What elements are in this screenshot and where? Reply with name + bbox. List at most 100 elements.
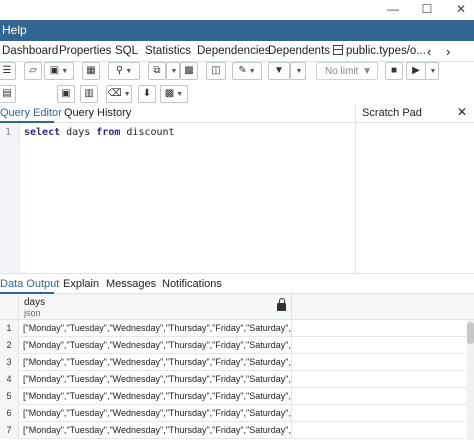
open-file-button[interactable]: ▱ [24, 62, 42, 80]
copy-icon: ⧉ [153, 65, 161, 76]
trash-icon: ◫ [211, 65, 221, 76]
tab-properties[interactable]: Properties [59, 45, 111, 57]
close-icon[interactable]: ✕ [454, 2, 468, 16]
tab-dependents[interactable]: Dependents [268, 45, 330, 57]
play-icon: ▶ [412, 65, 420, 76]
tab-dependencies[interactable]: Dependencies [197, 45, 271, 57]
menubar: Help [0, 20, 474, 41]
result-tabs: Data Output Explain Messages Notificatio… [0, 274, 474, 294]
connection-button[interactable]: ☰ [0, 62, 16, 80]
download-icon: ⬇ [142, 88, 152, 99]
download-button[interactable]: ⬇ [138, 85, 156, 103]
tab-statistics[interactable]: Statistics [145, 45, 191, 57]
commit-button[interactable]: ▣ [57, 85, 75, 103]
row-number-header [0, 294, 19, 320]
tab-query-editor[interactable]: Query Editor [0, 107, 62, 119]
object-tabs: Dashboard Properties SQL Statistics Depe… [0, 41, 474, 62]
tab-query-history[interactable]: Query History [64, 107, 131, 119]
row-number: 4 [0, 371, 19, 388]
sql-editor[interactable]: 1 select days from discount [0, 123, 355, 273]
macros-button[interactable]: ▩ ▼ [160, 85, 188, 103]
close-icon[interactable]: ✕ [457, 105, 467, 119]
row-limit-select[interactable]: No limit ▼ [316, 62, 378, 80]
table-row[interactable]: 5 ["Monday","Tuesday","Wednesday","Thurs… [0, 388, 466, 405]
menu-help[interactable]: Help [2, 23, 27, 37]
line-gutter: 1 [0, 123, 20, 273]
table-row[interactable]: 6 ["Monday","Tuesday","Wednesday","Thurs… [0, 405, 466, 422]
filter-options-button[interactable]: ▼ [290, 62, 306, 80]
stop-icon: ■ [390, 65, 398, 76]
chevron-down-icon: ▼ [123, 90, 131, 98]
vertical-scrollbar[interactable] [467, 320, 474, 440]
filter-icon: ▼ [274, 65, 284, 76]
scratch-pad-header: Scratch Pad ✕ [355, 104, 474, 123]
table-row[interactable]: 7 ["Monday","Tuesday","Wednesday","Thurs… [0, 422, 466, 439]
copy-button[interactable]: ⧉ [148, 62, 166, 80]
tab-messages[interactable]: Messages [106, 278, 156, 290]
row-number: 3 [0, 354, 19, 371]
tab-explain[interactable]: Explain [63, 278, 99, 290]
save-icon: ▣ [49, 65, 60, 76]
row-number: 5 [0, 388, 19, 405]
chevron-down-icon: ▼ [125, 67, 133, 75]
query-toolbar-primary: ☰ ▱ ▣ ▼ ▦ ⚲ ▼ ⧉ ▼ ▩ ◫ ✎ ▼ ▼ ▼ No limit ▼ ■ ▶… [0, 62, 474, 84]
paste-button[interactable]: ▩ [180, 62, 198, 80]
sql-keyword: select [24, 127, 61, 138]
clear-button[interactable]: ⌫ ▼ [106, 85, 132, 103]
lock-icon [277, 298, 286, 311]
delete-button[interactable]: ◫ [206, 62, 226, 80]
save-data-button[interactable]: ▦ [82, 62, 100, 80]
table-cell[interactable]: ["Monday","Tuesday","Wednesday","Thursda… [19, 320, 292, 337]
explain-icon: ▤ [2, 88, 12, 99]
commit-icon: ▣ [61, 88, 71, 99]
minimize-icon[interactable]: — [386, 2, 400, 16]
scratch-pad-title: Scratch Pad [362, 107, 422, 119]
scrollbar-thumb[interactable] [467, 322, 474, 344]
rollback-button[interactable]: ▥ [80, 85, 98, 103]
tab-notifications[interactable]: Notifications [162, 278, 222, 290]
filter-button[interactable]: ▼ [268, 62, 290, 80]
edit-button[interactable]: ✎ ▼ [232, 62, 262, 80]
tab-scroll-left-icon[interactable]: ‹ [427, 44, 431, 59]
copy-options-button[interactable]: ▼ [166, 62, 180, 80]
table-row[interactable]: 3 ["Monday","Tuesday","Wednesday","Thurs… [0, 354, 466, 371]
explain-button[interactable]: ▤ [0, 85, 16, 103]
table-cell[interactable]: ["Monday","Tuesday","Wednesday","Thursda… [19, 354, 292, 371]
execute-options-button[interactable]: ▼ [425, 62, 439, 80]
chevron-down-icon: ▼ [170, 67, 178, 75]
table-row[interactable]: 1 ["Monday","Tuesday","Wednesday","Thurs… [0, 320, 466, 337]
chevron-down-icon: ▼ [362, 65, 372, 77]
tab-query-tool[interactable]: public.types/o... [333, 45, 426, 57]
chevron-down-icon: ▼ [176, 90, 184, 98]
tab-sql[interactable]: SQL [115, 45, 138, 57]
find-button[interactable]: ⚲ ▼ [108, 62, 140, 80]
tab-data-output[interactable]: Data Output [0, 278, 59, 290]
tab-dashboard[interactable]: Dashboard [2, 45, 58, 57]
table-row[interactable]: 2 ["Monday","Tuesday","Wednesday","Thurs… [0, 337, 466, 354]
table-cell[interactable]: ["Monday","Tuesday","Wednesday","Thursda… [19, 405, 292, 422]
query-toolbar-secondary: ▤ ▣ ▥ ⌫ ▼ ⬇ ▩ ▼ [0, 84, 474, 104]
scratch-pad-area[interactable] [355, 123, 474, 273]
table-cell[interactable]: ["Monday","Tuesday","Wednesday","Thursda… [19, 388, 292, 405]
maximize-icon[interactable]: ☐ [420, 2, 434, 16]
table-cell[interactable]: ["Monday","Tuesday","Wednesday","Thursda… [19, 422, 292, 439]
save-file-button[interactable]: ▣ ▼ [44, 62, 74, 80]
stop-button[interactable]: ■ [385, 62, 403, 80]
rollback-icon: ▥ [84, 88, 94, 99]
tab-scroll-right-icon[interactable]: › [446, 44, 450, 59]
save-data-icon: ▦ [86, 65, 96, 76]
table-cell[interactable]: ["Monday","Tuesday","Wednesday","Thursda… [19, 371, 292, 388]
column-header-days[interactable]: days json [19, 294, 292, 320]
execute-button[interactable]: ▶ [406, 62, 426, 80]
sql-code-line[interactable]: select days from discount [24, 127, 175, 138]
column-type: json [24, 308, 41, 318]
data-grid: days json 1 ["Monday","Tuesday","Wednesd… [0, 294, 474, 440]
table-row[interactable]: 4 ["Monday","Tuesday","Wednesday","Thurs… [0, 371, 466, 388]
pencil-icon: ✎ [238, 65, 247, 76]
row-limit-value: No limit [325, 65, 359, 77]
window-titlebar: — ☐ ✕ [0, 0, 474, 20]
row-number: 7 [0, 422, 19, 439]
chevron-down-icon: ▼ [429, 67, 437, 75]
chevron-down-icon: ▼ [248, 67, 256, 75]
table-cell[interactable]: ["Monday","Tuesday","Wednesday","Thursda… [19, 337, 292, 354]
